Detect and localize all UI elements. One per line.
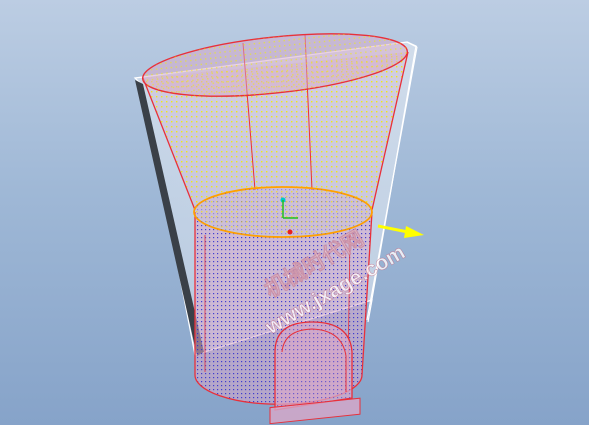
cad-graphics-viewport[interactable]: 机械时代网 www.jxage.com	[0, 0, 589, 425]
model-view[interactable]: 机械时代网 www.jxage.com	[0, 0, 589, 425]
outlet-spout[interactable]	[269, 321, 361, 425]
arrow-right-icon[interactable]	[377, 224, 424, 238]
